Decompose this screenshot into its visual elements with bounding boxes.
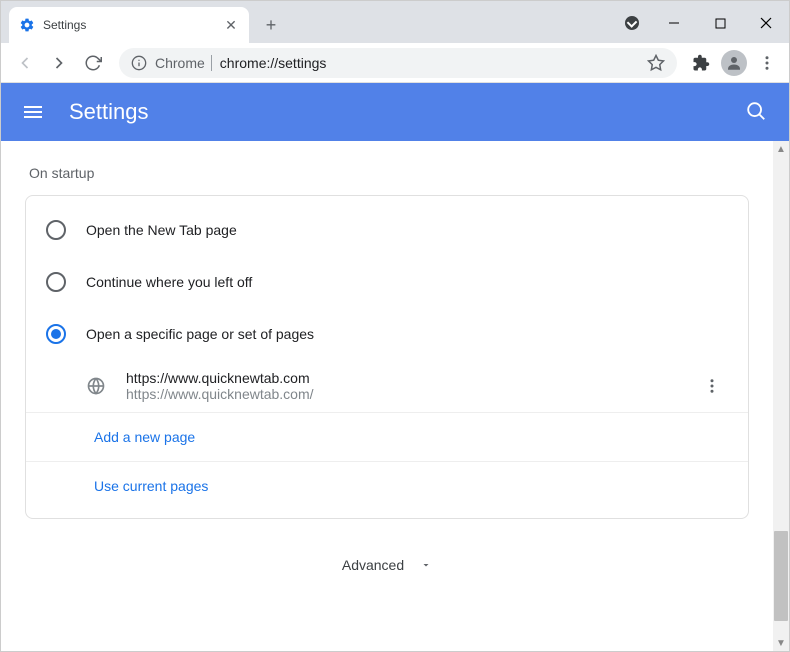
- advanced-label: Advanced: [342, 557, 404, 573]
- radio-new-tab[interactable]: Open the New Tab page: [26, 204, 748, 256]
- browser-tab[interactable]: Settings ✕: [9, 7, 249, 43]
- chrome-menu-icon[interactable]: [753, 49, 781, 77]
- radio-label: Open a specific page or set of pages: [86, 326, 314, 342]
- chrome-info-icon: [131, 55, 147, 71]
- scroll-up-icon[interactable]: ▲: [773, 141, 789, 157]
- advanced-toggle[interactable]: Advanced: [328, 549, 446, 581]
- content-area: On startup Open the New Tab page Continu…: [1, 141, 789, 651]
- titlebar: Settings ✕ +: [1, 1, 789, 43]
- scrollbar[interactable]: ▲ ▼: [773, 141, 789, 651]
- page-info: https://www.quicknewtab.com https://www.…: [126, 370, 700, 402]
- scroll-thumb[interactable]: [774, 531, 788, 621]
- add-page-link[interactable]: Add a new page: [26, 412, 748, 461]
- advanced-section: Advanced: [25, 519, 749, 601]
- profile-avatar[interactable]: [721, 50, 747, 76]
- address-bar: Chrome chrome://settings: [1, 43, 789, 83]
- omnibox[interactable]: Chrome chrome://settings: [119, 48, 677, 78]
- update-indicator-icon[interactable]: [625, 16, 639, 30]
- bookmark-star-icon[interactable]: [647, 54, 665, 72]
- settings-header: Settings: [1, 83, 789, 141]
- startup-card: Open the New Tab page Continue where you…: [25, 195, 749, 519]
- window-controls: [625, 7, 789, 39]
- radio-icon: [46, 220, 66, 240]
- new-tab-button[interactable]: +: [257, 11, 285, 39]
- minimize-button[interactable]: [651, 7, 697, 39]
- tab-title: Settings: [43, 18, 223, 32]
- forward-button[interactable]: [43, 47, 75, 79]
- startup-page-title: https://www.quicknewtab.com: [126, 370, 700, 386]
- omnibox-url: chrome://settings: [220, 55, 327, 71]
- startup-page-entry: https://www.quicknewtab.com https://www.…: [26, 360, 748, 412]
- startup-page-url: https://www.quicknewtab.com/: [126, 386, 700, 402]
- back-button[interactable]: [9, 47, 41, 79]
- globe-icon: [86, 376, 106, 396]
- extensions-icon[interactable]: [687, 49, 715, 77]
- radio-specific-pages[interactable]: Open a specific page or set of pages: [26, 308, 748, 360]
- hamburger-menu-icon[interactable]: [21, 100, 45, 124]
- chevron-down-icon: [420, 559, 432, 571]
- radio-icon: [46, 272, 66, 292]
- radio-icon-selected: [46, 324, 66, 344]
- settings-content: On startup Open the New Tab page Continu…: [1, 141, 773, 651]
- section-title: On startup: [29, 165, 749, 181]
- radio-label: Continue where you left off: [86, 274, 252, 290]
- more-options-icon[interactable]: [700, 374, 724, 398]
- omnibox-origin: Chrome: [155, 55, 205, 71]
- omnibox-divider: [211, 55, 212, 71]
- reload-button[interactable]: [77, 47, 109, 79]
- use-current-link[interactable]: Use current pages: [26, 461, 748, 510]
- page-title: Settings: [69, 99, 745, 125]
- search-icon[interactable]: [745, 100, 769, 124]
- radio-continue[interactable]: Continue where you left off: [26, 256, 748, 308]
- close-window-button[interactable]: [743, 7, 789, 39]
- tab-close-icon[interactable]: ✕: [223, 17, 239, 33]
- scroll-down-icon[interactable]: ▼: [773, 635, 789, 651]
- radio-label: Open the New Tab page: [86, 222, 237, 238]
- maximize-button[interactable]: [697, 7, 743, 39]
- settings-gear-icon: [19, 17, 35, 33]
